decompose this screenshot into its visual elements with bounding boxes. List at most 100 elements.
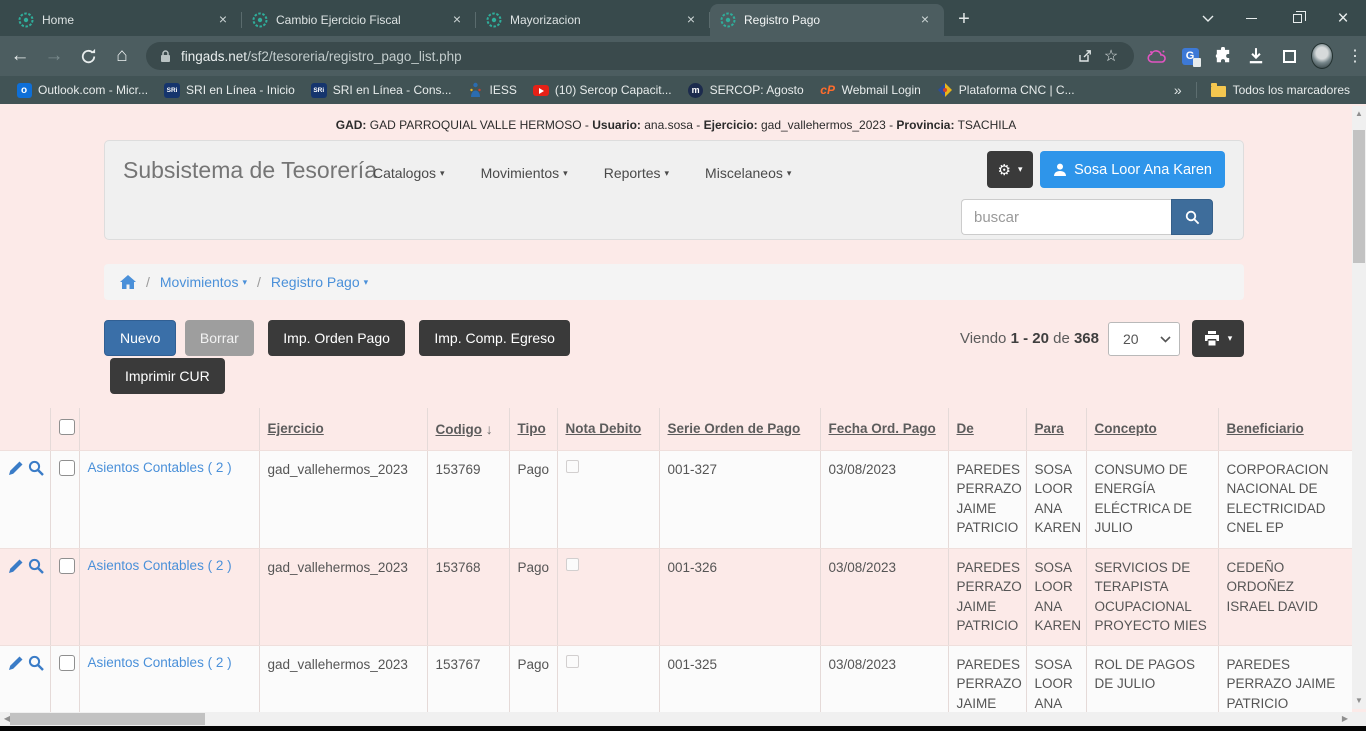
nota-debito-checkbox[interactable]: [566, 460, 579, 473]
cloud-extension-icon[interactable]: [1146, 45, 1168, 67]
restore-button[interactable]: [1274, 0, 1320, 36]
view-icon[interactable]: [28, 460, 44, 476]
bookmark-sri-inicio[interactable]: SRiSRI en Línea - Inicio: [156, 79, 303, 101]
translate-extension-icon[interactable]: G: [1179, 45, 1201, 67]
col-concepto[interactable]: Concepto: [1086, 408, 1218, 450]
caret-down-icon: ▾: [242, 277, 247, 287]
browser-menu-icon[interactable]: ⋮: [1344, 45, 1366, 67]
caret-down-icon: ▾: [440, 168, 445, 178]
tab-registro-pago[interactable]: Registro Pago ×: [710, 4, 944, 36]
tab-close-icon[interactable]: ×: [448, 11, 466, 29]
user-button[interactable]: Sosa Loor Ana Karen: [1040, 151, 1225, 188]
bookmark-iess[interactable]: IESS: [460, 79, 525, 101]
col-fecha-ord-pago[interactable]: Fecha Ord. Pago: [820, 408, 948, 450]
profile-avatar[interactable]: [1311, 45, 1333, 67]
col-de[interactable]: De: [948, 408, 1026, 450]
bookmark-webmail[interactable]: cPWebmail Login: [812, 79, 929, 101]
borrar-button[interactable]: Borrar: [185, 320, 254, 356]
asientos-contables-link[interactable]: Asientos Contables ( 2 ): [88, 655, 232, 670]
imp-orden-pago-button[interactable]: Imp. Orden Pago: [268, 320, 405, 356]
action-toolbar: Nuevo Borrar Imp. Orden Pago Imp. Comp. …: [104, 320, 1244, 394]
bookmark-sercop-agosto[interactable]: mSERCOP: Agosto: [680, 79, 812, 101]
close-window-button[interactable]: ×: [1320, 0, 1366, 36]
edit-icon[interactable]: [8, 655, 24, 671]
all-bookmarks[interactable]: Todos los marcadores: [1203, 79, 1358, 101]
nota-debito-checkbox[interactable]: [566, 558, 579, 571]
edit-icon[interactable]: [8, 558, 24, 574]
view-icon[interactable]: [28, 558, 44, 574]
chevron-down-icon: [1160, 336, 1171, 343]
asientos-contables-link[interactable]: Asientos Contables ( 2 ): [88, 558, 232, 573]
col-serie-orden-pago[interactable]: Serie Orden de Pago: [659, 408, 820, 450]
paging-status: Viendo 1 - 20 de 368: [960, 330, 1099, 347]
extensions-area: G ⋮: [1146, 45, 1366, 67]
vertical-scrollbar[interactable]: ▲ ▼: [1352, 106, 1366, 709]
settings-button[interactable]: ⚙▾: [987, 151, 1033, 188]
menu-reportes[interactable]: Reportes▾: [586, 165, 687, 181]
row-checkbox[interactable]: [59, 460, 75, 476]
tab-mayorizacion[interactable]: Mayorizacion ×: [476, 4, 710, 36]
horizontal-scrollbar[interactable]: ◀ ▶: [0, 712, 1366, 726]
menu-movimientos[interactable]: Movimientos▾: [463, 165, 586, 181]
window-chevron-icon[interactable]: [1188, 0, 1228, 36]
forward-icon[interactable]: →: [40, 41, 68, 71]
caret-down-icon: ▾: [1228, 333, 1233, 344]
imp-comp-egreso-button[interactable]: Imp. Comp. Egreso: [419, 320, 570, 356]
col-tipo[interactable]: Tipo: [509, 408, 557, 450]
bookmark-outlook[interactable]: oOutlook.com - Micr...: [8, 79, 156, 101]
asientos-contables-link[interactable]: Asientos Contables ( 2 ): [88, 460, 232, 475]
col-codigo[interactable]: Codigo ↓: [427, 408, 509, 450]
nota-debito-checkbox[interactable]: [566, 655, 579, 668]
col-ejercicio[interactable]: Ejercicio: [259, 408, 427, 450]
address-bar[interactable]: fingads.net/sf2/tesoreria/registro_pago_…: [146, 42, 1134, 70]
youtube-icon: [533, 85, 549, 96]
bookmark-sercop-youtube[interactable]: (10) Sercop Capacit...: [525, 79, 680, 101]
reload-icon[interactable]: [74, 41, 102, 71]
row-checkbox[interactable]: [59, 558, 75, 574]
scroll-down-icon[interactable]: ▼: [1352, 693, 1366, 709]
tab-close-icon[interactable]: ×: [682, 11, 700, 29]
col-nota-debito[interactable]: Nota Debito: [557, 408, 659, 450]
edit-icon[interactable]: [8, 460, 24, 476]
breadcrumb-registro-pago[interactable]: Registro Pago▾: [271, 274, 368, 290]
search-box: [961, 199, 1213, 235]
tab-close-icon[interactable]: ×: [916, 11, 934, 29]
menu-miscelaneos[interactable]: Miscelaneos▾: [687, 165, 809, 181]
search-input[interactable]: [961, 199, 1171, 235]
page-size-select[interactable]: 20: [1108, 322, 1180, 356]
site-favicon-icon: [720, 12, 736, 28]
imprimir-cur-button[interactable]: Imprimir CUR: [110, 358, 225, 394]
search-button[interactable]: [1171, 199, 1213, 235]
bookmark-sri-consultas[interactable]: SRiSRI en Línea - Cons...: [303, 79, 460, 101]
bookmark-star-icon[interactable]: ☆: [1098, 43, 1124, 69]
view-icon[interactable]: [28, 655, 44, 671]
horizontal-scrollbar-thumb[interactable]: [10, 713, 205, 725]
col-beneficiario[interactable]: Beneficiario: [1218, 408, 1352, 450]
tab-title: Mayorizacion: [510, 13, 682, 27]
scroll-up-icon[interactable]: ▲: [1352, 106, 1366, 122]
download-icon[interactable]: [1245, 45, 1267, 67]
home-icon[interactable]: ⌂: [108, 41, 136, 71]
print-button[interactable]: ▾: [1192, 320, 1244, 357]
home-breadcrumb-icon[interactable]: [120, 275, 136, 290]
tab-close-icon[interactable]: ×: [214, 11, 232, 29]
col-para[interactable]: Para: [1026, 408, 1086, 450]
nuevo-button[interactable]: Nuevo: [104, 320, 176, 356]
minimize-button[interactable]: [1228, 0, 1274, 36]
row-checkbox[interactable]: [59, 655, 75, 671]
new-tab-button[interactable]: +: [950, 6, 978, 34]
select-all-checkbox[interactable]: [59, 419, 75, 435]
app-title: Subsistema de Tesorería: [123, 157, 377, 184]
side-panel-icon[interactable]: [1278, 45, 1300, 67]
extensions-puzzle-icon[interactable]: [1212, 45, 1234, 67]
bookmarks-overflow-icon[interactable]: »: [1166, 82, 1190, 98]
share-icon[interactable]: [1072, 43, 1098, 69]
tab-home[interactable]: Home ×: [8, 4, 242, 36]
vertical-scrollbar-thumb[interactable]: [1353, 130, 1365, 263]
scroll-right-icon[interactable]: ▶: [1338, 712, 1352, 726]
tab-cambio-ejercicio[interactable]: Cambio Ejercicio Fiscal ×: [242, 4, 476, 36]
back-icon[interactable]: ←: [6, 41, 34, 71]
bookmark-cnc[interactable]: Plataforma CNC | C...: [929, 79, 1083, 101]
breadcrumb-movimientos[interactable]: Movimientos▾: [160, 274, 247, 290]
menu-catalogos[interactable]: Catalogos▾: [355, 165, 463, 181]
